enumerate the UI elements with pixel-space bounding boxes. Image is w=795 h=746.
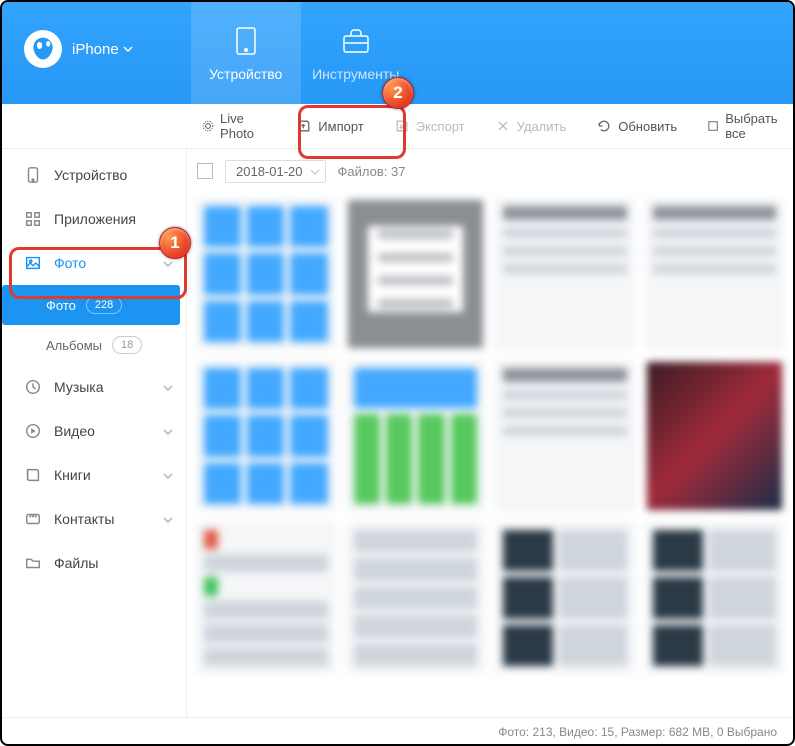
thumbnail[interactable] (646, 361, 784, 511)
sidebar-item-label: Музыка (54, 379, 104, 395)
sidebar-item-video[interactable]: Видео (2, 409, 186, 453)
sidebar-item-label: Фото (54, 255, 86, 271)
select-all-label: Выбрать все (725, 111, 783, 141)
export-icon (394, 118, 410, 134)
app-logo-icon (24, 30, 62, 68)
live-photo-button[interactable]: Live Photo (192, 105, 276, 147)
live-photo-label: Live Photo (220, 111, 266, 141)
checkbox-icon (707, 118, 719, 134)
sidebar-item-photo[interactable]: Фото (2, 241, 186, 285)
delete-icon (495, 118, 511, 134)
content-area: 2018-01-20 Файлов: 37 (187, 149, 793, 717)
thumbnail[interactable] (347, 523, 485, 673)
sidebar-sub-photo[interactable]: Фото 228 (2, 285, 180, 325)
thumbnail[interactable] (646, 523, 784, 673)
date-value: 2018-01-20 (236, 164, 303, 179)
device-name: iPhone (72, 41, 119, 58)
nav-device-label: Устройство (209, 66, 282, 82)
refresh-icon (596, 118, 612, 134)
import-button[interactable]: Импорт (286, 112, 373, 140)
phone-icon (24, 166, 42, 184)
sidebar-item-label: Устройство (54, 167, 127, 183)
sidebar-item-contacts[interactable]: Контакты (2, 497, 186, 541)
date-filter[interactable]: 2018-01-20 (225, 160, 326, 183)
nav-device[interactable]: Устройство (191, 2, 301, 104)
thumbnail[interactable] (197, 523, 335, 673)
chevron-down-icon (310, 167, 320, 177)
folder-icon (24, 554, 42, 572)
thumbnail[interactable] (496, 361, 634, 511)
sidebar-item-label: Книги (54, 467, 91, 483)
video-icon (24, 422, 42, 440)
live-photo-icon (202, 118, 214, 134)
chevron-right-icon (162, 513, 174, 525)
sidebar: Устройство Приложения Фото Фото 228 Альб… (2, 149, 187, 717)
refresh-label: Обновить (618, 119, 677, 134)
thumbnail[interactable] (496, 523, 634, 673)
status-bar: Фото: 213, Видео: 15, Размер: 682 MB, 0 … (2, 717, 793, 746)
sidebar-item-books[interactable]: Книги (2, 453, 186, 497)
delete-button[interactable]: Удалить (485, 112, 577, 140)
sidebar-sub-label: Фото (46, 298, 76, 313)
grid-icon (24, 210, 42, 228)
chevron-right-icon (162, 469, 174, 481)
nav-tools-label: Инструменты (312, 66, 399, 82)
badge-count: 18 (112, 336, 142, 354)
import-label: Импорт (318, 119, 363, 134)
thumbnail[interactable] (197, 199, 335, 349)
sidebar-item-device[interactable]: Устройство (2, 153, 186, 197)
sidebar-item-music[interactable]: Музыка (2, 365, 186, 409)
toolbar: Live Photo Импорт Экспорт Удалить Обнови… (2, 104, 793, 149)
badge-count: 228 (86, 296, 122, 314)
sidebar-item-files[interactable]: Файлы (2, 541, 186, 585)
sidebar-item-label: Файлы (54, 555, 98, 571)
annotation-badge: 2 (382, 77, 414, 109)
delete-label: Удалить (517, 119, 567, 134)
chevron-right-icon (162, 381, 174, 393)
filter-bar: 2018-01-20 Файлов: 37 (187, 149, 793, 193)
sidebar-sub-label: Альбомы (46, 338, 102, 353)
contacts-icon (24, 510, 42, 528)
annotation-badge: 1 (159, 227, 191, 259)
import-icon (296, 118, 312, 134)
thumbnail[interactable] (197, 361, 335, 511)
select-all-button[interactable]: Выбрать все (697, 105, 793, 147)
device-selector[interactable]: iPhone (2, 2, 151, 68)
thumbnail-grid (187, 193, 793, 717)
select-all-checkbox[interactable] (197, 163, 213, 179)
sidebar-item-label: Видео (54, 423, 95, 439)
chevron-down-icon (123, 41, 133, 58)
refresh-button[interactable]: Обновить (586, 112, 687, 140)
file-count-label: Файлов: 37 (338, 164, 406, 179)
image-icon (24, 254, 42, 272)
thumbnail[interactable] (496, 199, 634, 349)
status-text: Фото: 213, Видео: 15, Размер: 682 MB, 0 … (498, 725, 777, 739)
sidebar-item-label: Приложения (54, 211, 136, 227)
sidebar-item-apps[interactable]: Приложения (2, 197, 186, 241)
tablet-icon (229, 24, 263, 58)
music-icon (24, 378, 42, 396)
thumbnail[interactable] (347, 199, 485, 349)
sidebar-item-label: Контакты (54, 511, 114, 527)
chevron-right-icon (162, 425, 174, 437)
thumbnail[interactable] (646, 199, 784, 349)
export-label: Экспорт (416, 119, 465, 134)
toolbox-icon (339, 24, 373, 58)
thumbnail[interactable] (347, 361, 485, 511)
sidebar-sub-albums[interactable]: Альбомы 18 (2, 325, 186, 365)
book-icon (24, 466, 42, 484)
export-button[interactable]: Экспорт (384, 112, 475, 140)
